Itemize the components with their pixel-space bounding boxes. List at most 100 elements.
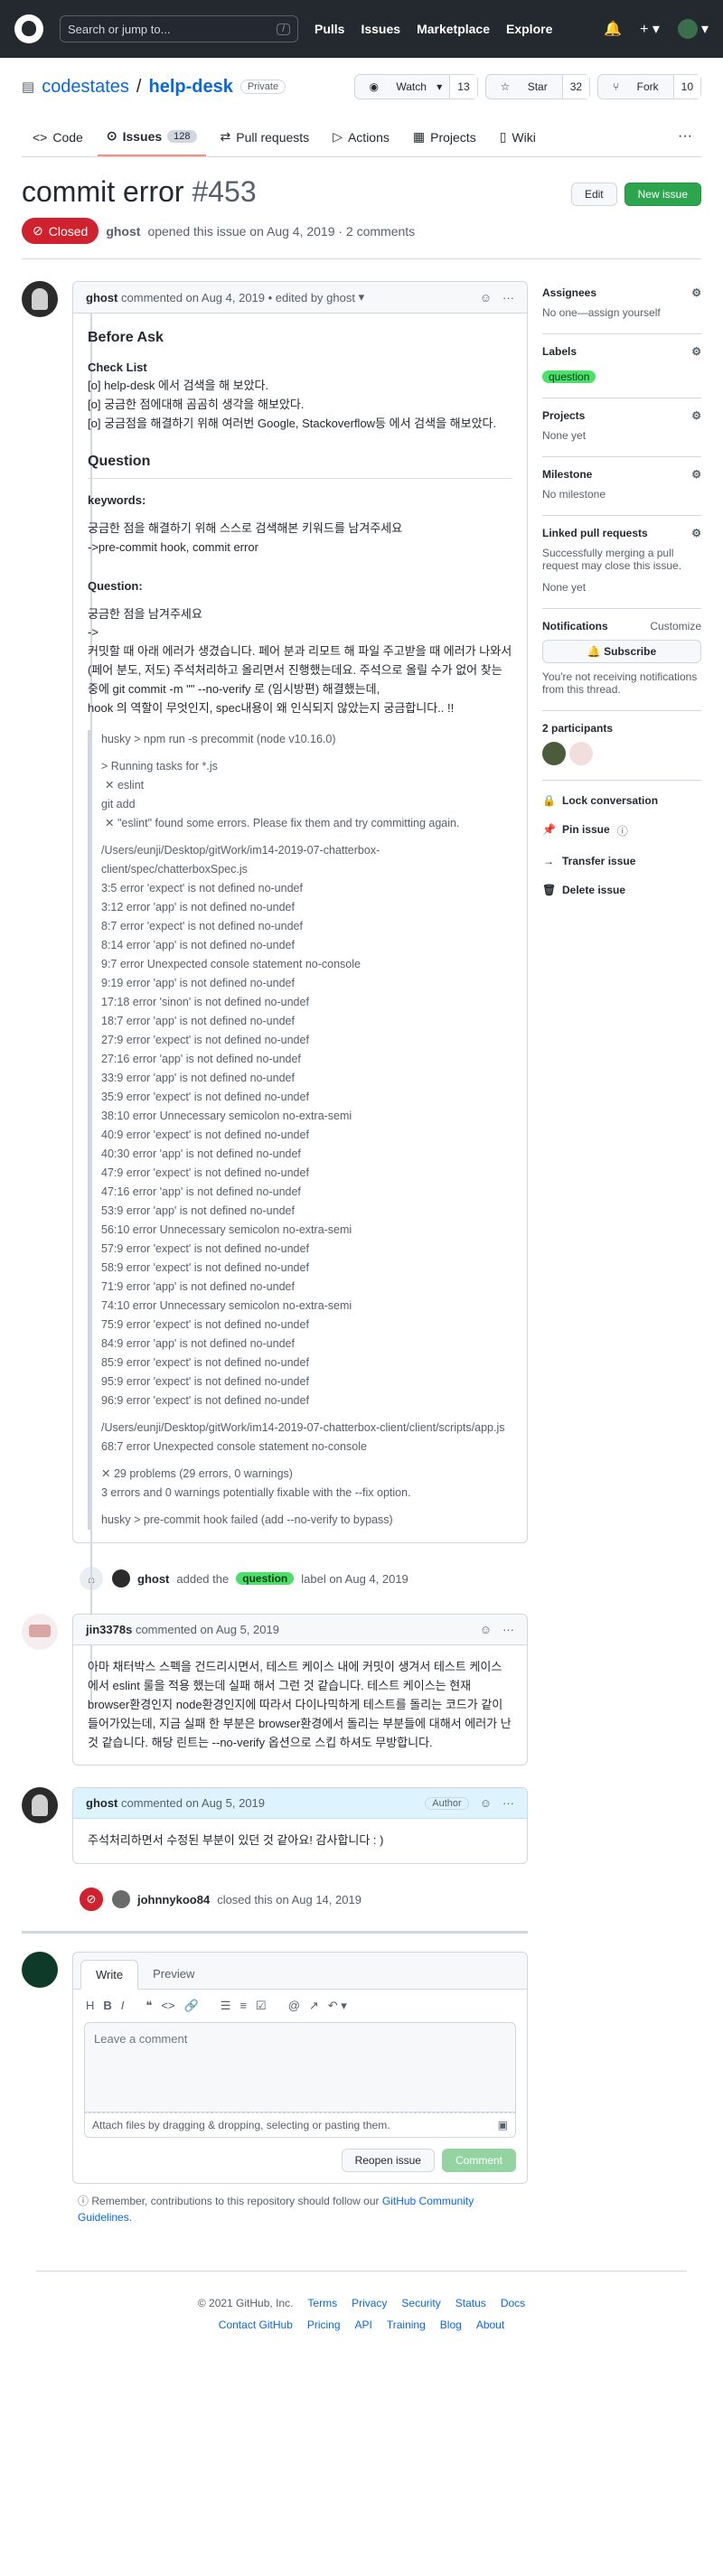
avatar[interactable]	[569, 742, 593, 765]
pin-issue-button[interactable]: 📌 Pin issue ⓘ	[542, 815, 701, 847]
footer-link[interactable]: API	[355, 2318, 372, 2331]
italic-icon[interactable]: I	[121, 1999, 125, 2013]
kebab-menu-icon[interactable]: ···	[502, 1796, 514, 1810]
tab-code[interactable]: <> Code	[23, 119, 92, 156]
lock-conversation-button[interactable]: 🔒 Lock conversation	[542, 786, 701, 815]
watch-button[interactable]: ◉ Watch ▾ 13	[353, 74, 478, 99]
footer-link[interactable]: Pricing	[307, 2318, 341, 2331]
avatar[interactable]	[112, 1890, 130, 1909]
reopen-issue-button[interactable]: Reopen issue	[341, 2149, 435, 2173]
tab-actions[interactable]: ▷ Actions	[324, 119, 399, 156]
task-list-icon[interactable]: ☑	[256, 1999, 267, 2013]
label-question[interactable]: question	[542, 370, 596, 383]
tab-projects[interactable]: ▦ Projects	[404, 119, 485, 156]
star-button[interactable]: ☆ Star 32	[484, 74, 591, 99]
tab-preview[interactable]: Preview	[138, 1960, 209, 1989]
customize-link[interactable]: Customize	[650, 620, 701, 632]
tab-pull-requests[interactable]: ⇄ Pull requests	[211, 119, 319, 156]
avatar[interactable]	[22, 1952, 58, 1989]
gear-icon[interactable]: ⚙	[691, 468, 701, 481]
label-question[interactable]: question	[236, 1572, 295, 1586]
repo-name-link[interactable]: help-desk	[148, 77, 232, 98]
avatar[interactable]	[22, 1614, 58, 1651]
edit-button[interactable]: Edit	[570, 183, 617, 206]
bold-icon[interactable]: B	[103, 1999, 111, 2013]
comment-textarea[interactable]: Leave a comment	[84, 2022, 516, 2113]
numbered-list-icon[interactable]: ≡	[239, 1999, 247, 2013]
footer-link[interactable]: Contact GitHub	[219, 2318, 293, 2331]
tab-write[interactable]: Write	[80, 1960, 139, 1991]
footer-link[interactable]: Docs	[501, 2297, 525, 2309]
tab-wiki[interactable]: ▯ Wiki	[491, 119, 545, 156]
github-logo-icon[interactable]	[14, 14, 43, 43]
smiley-icon[interactable]: ☺	[480, 1796, 492, 1810]
fork-count[interactable]: 10	[672, 75, 700, 98]
subscribe-button[interactable]: 🔔 Subscribe	[542, 640, 701, 663]
transfer-issue-button[interactable]: → Transfer issue	[542, 847, 701, 876]
watch-count[interactable]: 13	[449, 75, 477, 98]
quote-file: /Users/eunji/Desktop/gitWork/im14-2019-0…	[101, 844, 380, 876]
avatar[interactable]	[542, 742, 566, 765]
footer-link[interactable]: About	[476, 2318, 504, 2331]
footer-link[interactable]: Blog	[440, 2318, 462, 2331]
quote-task-line: > Running tasks for *.js	[101, 760, 218, 773]
attach-files-bar[interactable]: Attach files by dragging & dropping, sel…	[84, 2112, 516, 2139]
event-author-link[interactable]: johnnykoo84	[137, 1893, 210, 1906]
chevron-down-icon[interactable]: ▾	[359, 290, 365, 304]
kebab-menu-icon[interactable]: ···	[502, 1623, 514, 1636]
event-author-link[interactable]: ghost	[137, 1572, 169, 1586]
footer-link[interactable]: Status	[455, 2297, 486, 2309]
nav-explore[interactable]: Explore	[506, 22, 552, 36]
gear-icon[interactable]: ⚙	[691, 527, 701, 539]
notification-bell-icon[interactable]: 🔔	[604, 20, 622, 38]
repo-owner-link[interactable]: codestates	[42, 77, 129, 98]
nav-issues[interactable]: Issues	[361, 22, 400, 36]
info-icon[interactable]: ⓘ	[617, 823, 628, 838]
footer-link[interactable]: Terms	[307, 2297, 337, 2309]
quote-icon[interactable]: ❝	[146, 1999, 152, 2013]
error-line: 58:9 error 'expect' is not defined no-un…	[101, 1261, 309, 1275]
bullet-list-icon[interactable]: ☰	[221, 1999, 231, 2013]
avatar[interactable]	[112, 1569, 130, 1588]
footer-link[interactable]: Privacy	[352, 2297, 387, 2309]
delete-issue-button[interactable]: 🗑 Delete issue	[542, 876, 701, 904]
search-shortcut-key: /	[277, 23, 290, 35]
cross-reference-icon[interactable]: ↗	[309, 1999, 319, 2013]
gear-icon[interactable]: ⚙	[691, 286, 701, 299]
fork-button[interactable]: ⑂ Fork 10	[597, 74, 701, 99]
header-nav: Pulls Issues Marketplace Explore	[315, 22, 552, 36]
code-icon[interactable]: <>	[161, 1999, 174, 2013]
create-new-dropdown[interactable]: + ▾	[640, 20, 660, 38]
more-options-icon[interactable]: ···	[669, 119, 701, 156]
link-icon[interactable]: 🔗	[184, 1999, 199, 2013]
kebab-menu-icon[interactable]: ···	[502, 291, 514, 304]
issue-meta: ⊘ Closed ghost opened this issue on Aug 4…	[0, 209, 723, 244]
nav-pulls[interactable]: Pulls	[315, 22, 344, 36]
book-icon: ▯	[499, 129, 507, 144]
error-line: 53:9 error 'app' is not defined no-undef	[101, 1204, 295, 1218]
issue-author-link[interactable]: ghost	[106, 224, 140, 239]
reply-icon[interactable]: ↶ ▾	[328, 1999, 347, 2013]
assign-yourself-link[interactable]: No one—assign yourself	[542, 306, 701, 319]
footer-link[interactable]: Security	[401, 2297, 440, 2309]
mention-icon[interactable]: @	[288, 1999, 300, 2013]
comment-button[interactable]: Comment	[441, 2149, 516, 2173]
smiley-icon[interactable]: ☺	[480, 1623, 492, 1636]
avatar[interactable]	[22, 1787, 58, 1824]
search-input[interactable]: Search or jump to... /	[60, 15, 298, 42]
new-issue-button[interactable]: New issue	[624, 183, 701, 206]
comment-author-link[interactable]: ghost	[86, 1796, 117, 1810]
comment-author-link[interactable]: jin3378s	[86, 1623, 132, 1636]
gear-icon[interactable]: ⚙	[691, 345, 701, 358]
tab-issues[interactable]: ⊙ Issues 128	[97, 119, 206, 156]
avatar[interactable]	[22, 281, 58, 317]
nav-marketplace[interactable]: Marketplace	[417, 22, 490, 36]
blockquote: husky > npm run -s precommit (node v10.1…	[88, 730, 512, 1531]
footer-link[interactable]: Training	[387, 2318, 426, 2331]
user-menu[interactable]: ▾	[677, 19, 709, 39]
gear-icon[interactable]: ⚙	[691, 409, 701, 422]
smiley-icon[interactable]: ☺	[480, 291, 492, 304]
star-count[interactable]: 32	[561, 75, 590, 98]
heading-icon[interactable]: H	[86, 1999, 94, 2013]
comment-author-link[interactable]: ghost	[86, 291, 117, 304]
